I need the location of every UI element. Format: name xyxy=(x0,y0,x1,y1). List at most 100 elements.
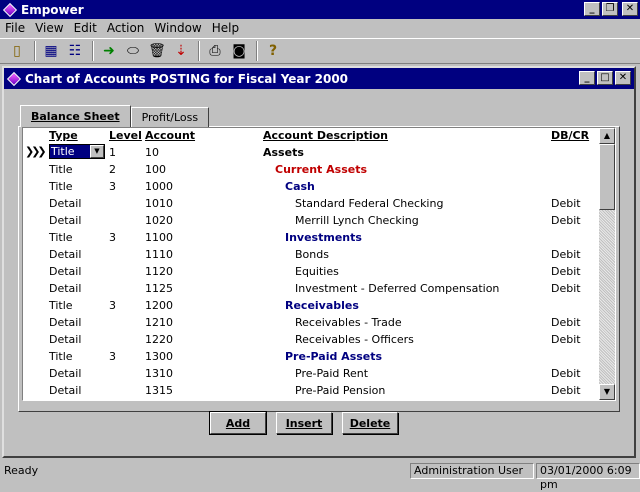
cell-type[interactable]: Detail xyxy=(49,384,81,397)
minimize-button[interactable]: _ xyxy=(584,2,600,16)
cell-level[interactable]: 1 xyxy=(109,146,116,159)
cell-account[interactable]: 1110 xyxy=(145,248,173,261)
table-row[interactable]: ❯❯❯ Title ▼ 1 10 Assets xyxy=(23,144,599,161)
table-row[interactable]: Title 3 1200 Receivables xyxy=(23,297,599,314)
table-row[interactable]: Title 3 1000 Cash xyxy=(23,178,599,195)
cell-type[interactable]: Detail xyxy=(49,197,81,210)
cell-dbcr[interactable]: Debit xyxy=(551,197,581,210)
exit-icon[interactable]: ▯ xyxy=(6,40,28,62)
delete-button[interactable]: Delete xyxy=(342,412,398,434)
cell-dbcr[interactable]: Debit xyxy=(551,384,581,397)
cell-type[interactable]: Title xyxy=(49,231,73,244)
tab-profit-loss[interactable]: Profit/Loss xyxy=(130,107,210,127)
print-icon[interactable]: ⎙ xyxy=(204,40,226,62)
cell-description[interactable]: Equities xyxy=(295,265,339,278)
menu-view[interactable]: View xyxy=(30,21,68,35)
menu-window[interactable]: Window xyxy=(149,21,206,35)
menu-action[interactable]: Action xyxy=(102,21,150,35)
table-row[interactable]: Detail 1125 Investment - Deferred Compensa… xyxy=(23,280,599,297)
cell-type[interactable]: Detail xyxy=(49,214,81,227)
tab-balance-sheet[interactable]: Balance Sheet xyxy=(20,105,131,127)
cell-level[interactable]: 3 xyxy=(109,231,116,244)
cell-dbcr[interactable]: Debit xyxy=(551,248,581,261)
cell-type[interactable]: Title xyxy=(49,299,73,312)
cell-description[interactable]: Pre-Paid Rent xyxy=(295,367,368,380)
cell-dbcr[interactable]: Debit xyxy=(551,282,581,295)
cell-account[interactable]: 1100 xyxy=(145,231,173,244)
menu-file[interactable]: File xyxy=(0,21,30,35)
cell-description[interactable]: Receivables - Officers xyxy=(295,333,414,346)
cell-account[interactable]: 1315 xyxy=(145,384,173,397)
tree-icon[interactable]: ☷ xyxy=(64,40,86,62)
cell-account[interactable]: 1200 xyxy=(145,299,173,312)
scroll-up-icon[interactable]: ▲ xyxy=(599,128,615,144)
cell-account[interactable]: 1310 xyxy=(145,367,173,380)
cell-account[interactable]: 1220 xyxy=(145,333,173,346)
cell-account[interactable]: 1010 xyxy=(145,197,173,210)
sort-icon[interactable]: ⇣ xyxy=(170,40,192,62)
scroll-thumb[interactable] xyxy=(599,144,615,210)
cell-type[interactable]: Detail xyxy=(49,333,81,346)
child-close-button[interactable]: ✕ xyxy=(615,71,631,85)
column-header-level[interactable]: Level xyxy=(109,129,142,142)
table-row[interactable]: Detail 1315 Pre-Paid Pension Debit xyxy=(23,382,599,399)
cell-dbcr[interactable]: Debit xyxy=(551,316,581,329)
vertical-scrollbar[interactable]: ▲ ▼ xyxy=(599,128,615,400)
chevron-down-icon[interactable]: ▼ xyxy=(90,145,104,158)
scroll-down-icon[interactable]: ▼ xyxy=(599,384,615,400)
cell-description[interactable]: Cash xyxy=(285,180,315,193)
cell-account[interactable]: 1000 xyxy=(145,180,173,193)
cell-description[interactable]: Merrill Lynch Checking xyxy=(295,214,419,227)
camera-icon[interactable]: ◙ xyxy=(228,40,250,62)
eraser-icon[interactable]: ⬭ xyxy=(122,40,144,62)
cell-type[interactable]: Detail xyxy=(49,282,81,295)
table-row[interactable]: Detail 1220 Receivables - Officers Debit xyxy=(23,331,599,348)
cell-account[interactable]: 1125 xyxy=(145,282,173,295)
cell-level[interactable]: 3 xyxy=(109,350,116,363)
table-row[interactable]: Title 3 1100 Investments xyxy=(23,229,599,246)
cell-description[interactable]: Pre-Paid Pension xyxy=(295,384,385,397)
table-row[interactable]: Detail 1210 Receivables - Trade Debit xyxy=(23,314,599,331)
cell-dbcr[interactable]: Debit xyxy=(551,265,581,278)
cell-account[interactable]: 100 xyxy=(145,163,166,176)
cell-description[interactable]: Investment - Deferred Compensation xyxy=(295,282,499,295)
grid-icon[interactable]: ▦ xyxy=(40,40,62,62)
insert-button[interactable]: Insert xyxy=(276,412,332,434)
table-row[interactable]: Detail 1010 Standard Federal Checking Debit xyxy=(23,195,599,212)
column-header-description[interactable]: Account Description xyxy=(263,129,388,142)
cell-account[interactable]: 1210 xyxy=(145,316,173,329)
cell-type[interactable]: Title xyxy=(49,163,73,176)
cell-type[interactable]: Detail xyxy=(49,248,81,261)
cell-level[interactable]: 3 xyxy=(109,180,116,193)
cell-type[interactable]: Detail xyxy=(49,367,81,380)
add-button[interactable]: Add xyxy=(209,411,267,435)
cell-description[interactable]: Standard Federal Checking xyxy=(295,197,443,210)
cell-description[interactable]: Bonds xyxy=(295,248,329,261)
column-header-account[interactable]: Account xyxy=(145,129,195,142)
cell-description[interactable]: Receivables xyxy=(285,299,359,312)
table-row[interactable]: Detail 1020 Merrill Lynch Checking Debit xyxy=(23,212,599,229)
column-header-dbcr[interactable]: DB/CR xyxy=(551,129,589,142)
cell-description[interactable]: Assets xyxy=(263,146,304,159)
type-dropdown[interactable]: Title ▼ xyxy=(49,144,105,159)
accounts-grid[interactable]: Type Level Account Account Description D… xyxy=(22,127,616,401)
cell-dbcr[interactable]: Debit xyxy=(551,367,581,380)
child-minimize-button[interactable]: _ xyxy=(579,71,595,85)
cell-type[interactable]: Title xyxy=(49,180,73,193)
table-row[interactable]: Title 2 100 Current Assets xyxy=(23,161,599,178)
go-icon[interactable]: ➜ xyxy=(98,40,120,62)
child-maximize-button[interactable]: □ xyxy=(597,71,613,85)
cell-account[interactable]: 10 xyxy=(145,146,159,159)
menu-edit[interactable]: Edit xyxy=(69,21,102,35)
help-icon[interactable]: ? xyxy=(262,40,284,62)
column-header-type[interactable]: Type xyxy=(49,129,78,142)
cell-type[interactable]: Title xyxy=(49,350,73,363)
cell-level[interactable]: 2 xyxy=(109,163,116,176)
cell-description[interactable]: Receivables - Trade xyxy=(295,316,402,329)
cell-account[interactable]: 1120 xyxy=(145,265,173,278)
trash-icon[interactable]: 🗑 xyxy=(146,40,168,62)
table-row[interactable]: Title 3 1300 Pre-Paid Assets xyxy=(23,348,599,365)
close-button[interactable]: ✕ xyxy=(622,2,638,16)
table-row[interactable]: Detail 1310 Pre-Paid Rent Debit xyxy=(23,365,599,382)
restore-button[interactable]: ❐ xyxy=(602,2,618,16)
